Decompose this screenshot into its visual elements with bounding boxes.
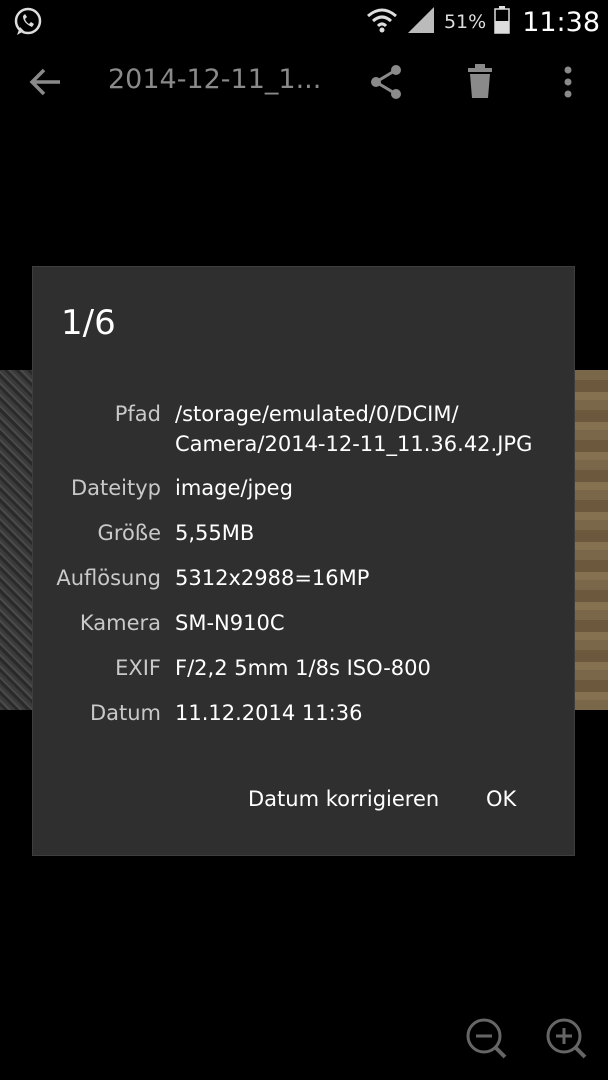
battery-percent: 51% — [443, 11, 487, 33]
info-label: Auflösung — [56, 566, 161, 590]
whatsapp-icon — [12, 6, 44, 38]
info-value: SM-N910C — [175, 611, 285, 635]
details-dialog: 1/6 Pfad /storage/emulated/0/DCIM/ Camer… — [32, 266, 575, 856]
info-value: 5,55MB — [175, 521, 255, 545]
info-value: 5312x2988=16MP — [175, 566, 370, 590]
ok-button[interactable]: OK — [486, 787, 516, 811]
signal-icon — [406, 5, 436, 39]
info-label: Dateityp — [70, 476, 161, 500]
info-label: Größe — [97, 521, 161, 545]
info-value: image/jpeg — [175, 476, 293, 500]
photo-background-right — [574, 370, 608, 710]
fix-date-button[interactable]: Datum korrigieren — [248, 787, 439, 811]
info-value: F/2,2 5mm 1/8s ISO-800 — [175, 656, 431, 680]
info-label: Kamera — [79, 611, 161, 635]
trash-icon[interactable] — [460, 62, 500, 102]
toolbar: 2014-12-11_1... — [0, 44, 608, 120]
status-bar: 51% 11:38 — [0, 0, 608, 44]
share-icon[interactable] — [366, 62, 406, 102]
info-value: /storage/emulated/0/DCIM/ Camera/2014-12… — [175, 402, 533, 456]
info-value: 11.12.2014 11:36 — [175, 701, 363, 725]
clock: 11:38 — [522, 6, 600, 38]
more-vert-icon[interactable] — [548, 62, 588, 102]
zoom-out-icon[interactable] — [464, 1016, 508, 1060]
info-label: EXIF — [115, 656, 161, 680]
zoom-in-icon[interactable] — [544, 1016, 588, 1060]
dialog-title: 1/6 — [61, 303, 116, 343]
battery-icon — [494, 6, 510, 38]
info-label: Pfad — [114, 402, 161, 426]
photo-background-left — [0, 370, 34, 710]
image-title: 2014-12-11_1... — [108, 64, 322, 95]
arrow-back-icon[interactable] — [26, 62, 66, 102]
wifi-icon — [366, 4, 398, 40]
info-label: Datum — [89, 701, 161, 725]
